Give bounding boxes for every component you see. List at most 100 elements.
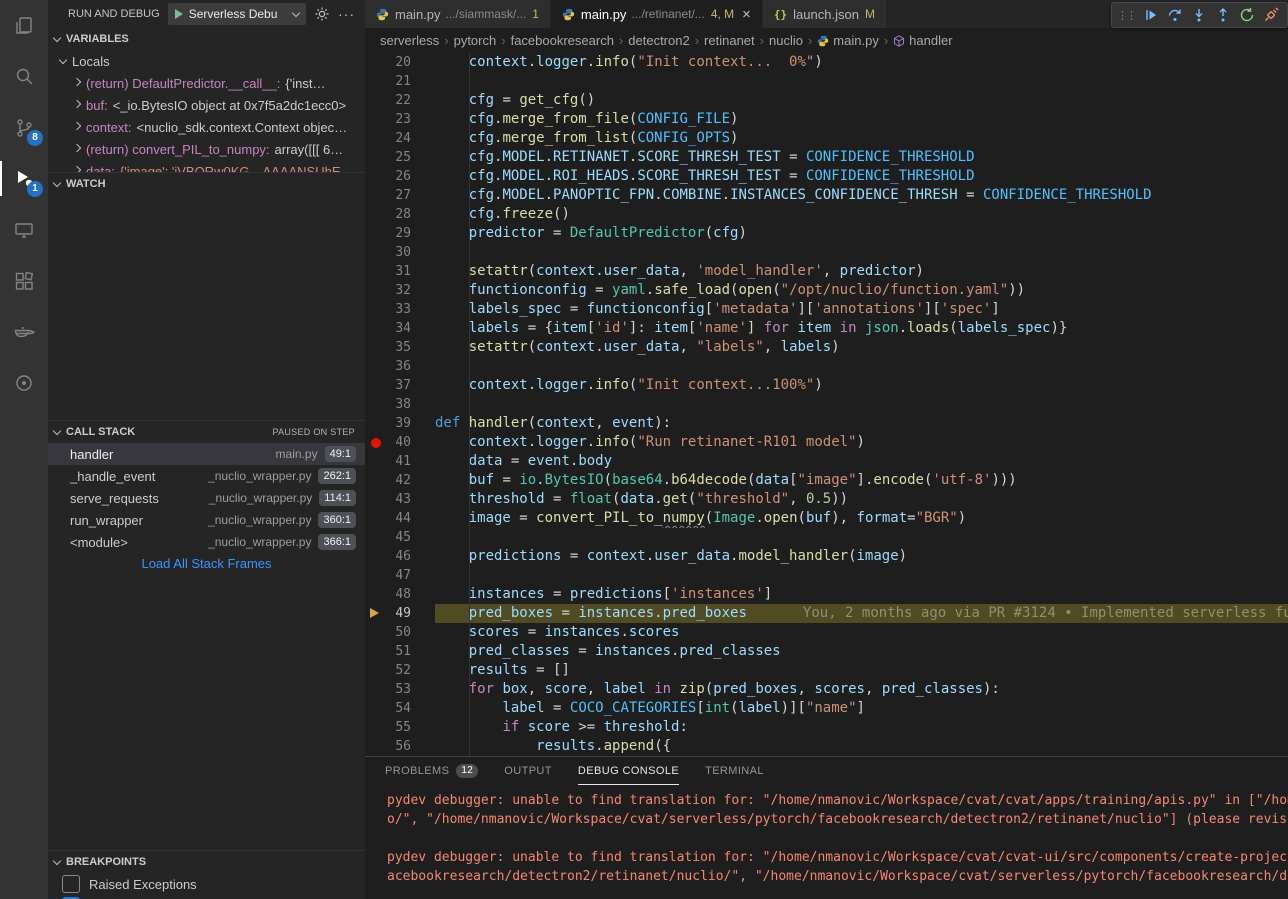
gutter-margin[interactable] [365,585,387,604]
gutter-margin[interactable] [365,661,387,680]
breadcrumb-item-symbol[interactable]: handler [893,33,952,48]
code-line[interactable]: 23 cfg.merge_from_file(CONFIG_FILE) [365,110,1288,129]
gutter-margin[interactable] [365,718,387,737]
gutter-margin[interactable] [365,148,387,167]
gutter-margin[interactable] [365,186,387,205]
gutter-margin[interactable] [365,509,387,528]
gutter[interactable]: 22 [365,91,435,110]
breakpoint-row[interactable]: ✓Uncaught Exceptions [48,895,365,899]
code-line[interactable]: 44 image = convert_PIL_to_numpy(Image.op… [365,509,1288,528]
code-line[interactable]: 35 setattr(context.user_data, "labels", … [365,338,1288,357]
gutter[interactable]: 46 [365,547,435,566]
gutter[interactable]: 55 [365,718,435,737]
gutter[interactable]: 44 [365,509,435,528]
gutter[interactable]: 27 [365,186,435,205]
drag-handle-icon[interactable]: ⋮⋮ [1117,9,1135,22]
code-line[interactable]: 52 results = [] [365,661,1288,680]
code-line[interactable]: 56 results.append({ [365,737,1288,756]
more-actions-icon[interactable]: ··· [338,6,355,22]
activity-item-extensions[interactable] [0,255,48,306]
code-line[interactable]: 37 context.logger.info("Init context...1… [365,376,1288,395]
tab-main-py-siammask[interactable]: main.py .../siammask/... 1 [365,0,551,28]
variable-row[interactable]: (return) convert_PIL_to_numpy:array([[[ … [48,138,365,160]
panel-tab-output[interactable]: OUTPUT [504,757,552,785]
gutter[interactable]: 36 [365,357,435,376]
gutter-margin[interactable] [365,224,387,243]
variables-section-header[interactable]: VARIABLES [48,28,365,50]
code-line[interactable]: 36 [365,357,1288,376]
gutter-margin[interactable] [365,91,387,110]
gutter-margin[interactable] [365,528,387,547]
code-line[interactable]: 55 if score >= threshold: [365,718,1288,737]
twisty-icon[interactable] [73,144,81,152]
gutter[interactable]: 51 [365,642,435,661]
code-line[interactable]: 24 cfg.merge_from_list(CONFIG_OPTS) [365,129,1288,148]
code-line[interactable]: 28 cfg.freeze() [365,205,1288,224]
code-line[interactable]: 27 cfg.MODEL.PANOPTIC_FPN.COMBINE.INSTAN… [365,186,1288,205]
restart-button[interactable] [1235,5,1259,25]
gutter-margin[interactable] [365,737,387,756]
code-line[interactable]: 47 [365,566,1288,585]
gutter-margin[interactable] [365,300,387,319]
gutter[interactable]: 26 [365,167,435,186]
gutter-margin[interactable] [365,642,387,661]
twisty-icon[interactable] [73,122,81,130]
gutter[interactable]: 53 [365,680,435,699]
gutter-margin[interactable] [365,110,387,129]
gutter-margin[interactable] [365,53,387,72]
code-line[interactable]: 48 instances = predictions['instances'] [365,585,1288,604]
panel-tab-terminal[interactable]: TERMINAL [705,757,764,785]
gutter-margin[interactable] [365,490,387,509]
tab-launch-json[interactable]: {} launch.json M [763,0,887,28]
activity-item-remote-explorer[interactable] [0,204,48,255]
gutter-margin[interactable] [365,395,387,414]
variable-row[interactable]: context:<nuclio_sdk.context.Context obje… [48,116,365,138]
close-icon[interactable]: × [742,7,751,22]
step-over-button[interactable] [1163,5,1187,25]
code-line[interactable]: 34 labels = {item['id']: item['name'] fo… [365,319,1288,338]
code-line[interactable]: 41 data = event.body [365,452,1288,471]
stack-frame[interactable]: _handle_event_nuclio_wrapper.py262:1 [48,465,365,487]
step-out-button[interactable] [1211,5,1235,25]
breadcrumb-item[interactable]: serverless [380,33,439,48]
code-line[interactable]: 31 setattr(context.user_data, 'model_han… [365,262,1288,281]
code-line[interactable]: 50 scores = instances.scores [365,623,1288,642]
gutter-margin[interactable] [365,699,387,718]
stack-frame[interactable]: run_wrapper_nuclio_wrapper.py360:1 [48,509,365,531]
panel-tab-debug-console[interactable]: DEBUG CONSOLE [578,757,679,785]
gutter-margin[interactable] [365,72,387,91]
checkbox[interactable] [62,875,80,893]
gutter-margin[interactable] [365,338,387,357]
breakpoint-dot[interactable] [365,433,387,452]
gutter[interactable]: 38 [365,395,435,414]
stack-frame[interactable]: <module>_nuclio_wrapper.py366:1 [48,531,365,553]
gutter[interactable]: 30 [365,243,435,262]
code-line[interactable]: 54 label = COCO_CATEGORIES[int(label)]["… [365,699,1288,718]
gutter[interactable]: 23 [365,110,435,129]
disconnect-button[interactable] [1259,5,1283,25]
gutter[interactable]: 43 [365,490,435,509]
gutter[interactable]: 39 [365,414,435,433]
activity-item-explorer[interactable] [0,0,48,51]
gutter-margin[interactable] [365,376,387,395]
gutter[interactable]: 33 [365,300,435,319]
code-line[interactable]: 38 [365,395,1288,414]
gutter[interactable]: 34 [365,319,435,338]
call-stack-section-header[interactable]: CALL STACK PAUSED ON STEP [48,420,365,443]
gutter[interactable]: 54 [365,699,435,718]
code-line[interactable]: 26 cfg.MODEL.ROI_HEADS.SCORE_THRESH_TEST… [365,167,1288,186]
breadcrumb-item[interactable]: nuclio [769,33,803,48]
gutter-margin[interactable] [365,414,387,433]
breakpoints-section-header[interactable]: BREAKPOINTS [48,850,365,873]
gutter-margin[interactable] [365,281,387,300]
gutter-margin[interactable] [365,566,387,585]
breadcrumb-item[interactable]: detectron2 [628,33,689,48]
gutter[interactable]: 40 [365,433,435,452]
twisty-icon[interactable] [73,100,81,108]
gutter[interactable]: 47 [365,566,435,585]
code-line[interactable]: 39def handler(context, event): [365,414,1288,433]
continue-button[interactable] [1139,5,1163,25]
tab-main-py-retinanet[interactable]: main.py .../retinanet/... 4, M × [551,0,763,28]
gutter[interactable]: 41 [365,452,435,471]
code-line[interactable]: 53 for box, score, label in zip(pred_box… [365,680,1288,699]
